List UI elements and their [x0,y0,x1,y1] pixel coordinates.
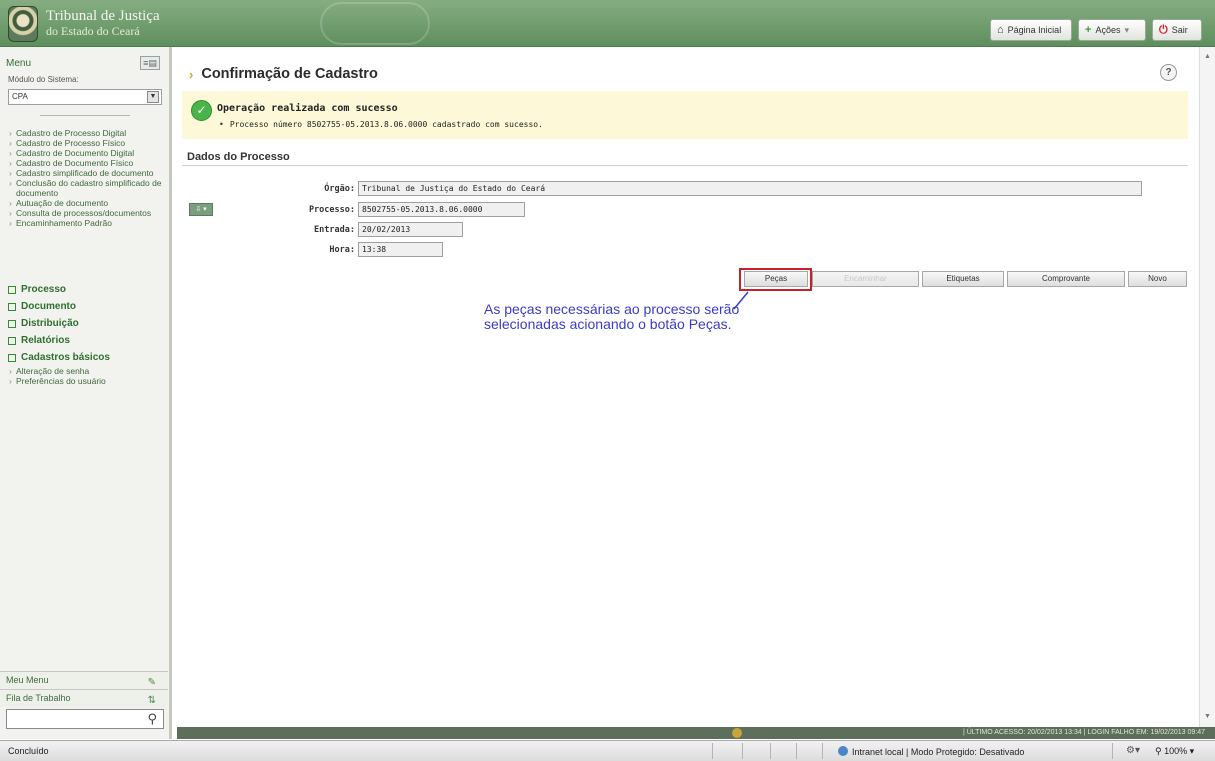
menu-label: Menu [6,57,32,69]
seal-icon [8,5,38,42]
last-access-text: | ÚLTIMO ACESSO: 20/02/2013 13:34 | LOGI… [962,729,1205,736]
annotation-callout: As peças necessárias ao processo serão s… [484,301,740,332]
module-select-value: CPA [12,92,28,101]
browser-statusbar: Concluído Intranet local | Modo Protegid… [0,740,1215,761]
power-icon: ⏻ [1159,23,1168,36]
app-header: Tribunal de Justiça do Estado do Ceará ⌂… [0,0,1215,47]
main-content: › Confirmação de Cadastro ? ✓ Operação r… [177,47,1199,727]
expand-box-icon [8,319,16,328]
fila-trabalho-panel[interactable]: Fila de Trabalho ⇅ [0,689,168,707]
submenu-item[interactable]: Encaminhamento Padrão [8,218,166,228]
zoom-icon: ⚲ [1155,746,1162,756]
session-info-bar: | ÚLTIMO ACESSO: 20/02/2013 13:34 | LOGI… [177,727,1215,739]
sidebar-item-cadastros-basicos[interactable]: Cadastros básicos [8,349,166,366]
sair-button-label: Sair [1171,25,1188,35]
home-button[interactable]: ⌂ Página Inicial [990,19,1072,41]
expand-box-icon [8,302,16,311]
submenu-item[interactable]: Cadastro de Documento Físico [8,158,166,168]
menu-header[interactable]: Menu ≡▤ [0,55,166,71]
scroll-down-icon[interactable]: ▼ [1204,713,1211,720]
submenu-item[interactable]: Consulta de processos/documentos [8,208,166,218]
home-button-label: Página Inicial [1007,25,1062,35]
callout-pointer [733,291,749,310]
submenu-item[interactable]: Cadastro de Processo Digital [8,128,166,138]
protection-icon[interactable]: ⚙▾ [1126,745,1140,756]
sair-button[interactable]: ⏻ Sair [1152,19,1202,41]
scroll-up-icon[interactable]: ▲ [1204,53,1211,60]
module-label: Módulo do Sistema: [8,75,79,84]
plus-icon: + [1085,24,1092,36]
sidebar-item-relatorios[interactable]: Relatórios [8,332,166,349]
expand-box-icon [8,336,16,345]
sidebar-item-distribuicao[interactable]: Distribuição [8,315,166,332]
chevron-down-icon: ▾ [1124,24,1129,35]
acoes-button[interactable]: + Ações ▾ [1078,19,1146,41]
status-text: Concluído [8,746,49,756]
sidebar: Menu ≡▤ Módulo do Sistema: CPA ▼ Cadastr… [0,47,172,739]
sidebar-item-alteracao-senha[interactable]: Alteração de senha [8,366,166,376]
logo-line-2: do Estado do Ceará [46,23,140,38]
user-icon [732,728,742,738]
submenu-item[interactable]: Conclusão do cadastro simplificado de do… [8,178,166,198]
sidebar-item-processo[interactable]: Processo [8,281,166,298]
sidebar-search-input[interactable]: ⚲ [6,709,164,729]
tribunal-logo[interactable]: Tribunal de Justiça do Estado do Ceará [8,3,166,44]
meu-menu-panel[interactable]: Meu Menu ✎ [0,671,168,689]
chevron-down-icon: ▾ [1189,746,1195,756]
cpa-submenu: Cadastro de Processo Digital Cadastro de… [8,128,166,228]
header-watermark [320,2,430,45]
sidebar-sections: Processo Documento Distribuição Relatóri… [8,281,166,386]
home-icon: ⌂ [997,24,1004,36]
refresh-icon: ⇅ [147,695,156,706]
security-zone[interactable]: Intranet local | Modo Protegido: Desativ… [838,746,1024,757]
search-icon[interactable]: ⚲ [147,711,157,727]
expand-box-icon [8,353,16,362]
sidebar-divider [40,115,130,116]
expand-box-icon [8,285,16,294]
module-select[interactable]: CPA ▼ [8,89,162,105]
submenu-item[interactable]: Cadastro de Documento Digital [8,148,166,158]
chevron-down-icon[interactable]: ▼ [147,91,159,103]
main-scrollbar[interactable]: ▲ ▼ [1199,47,1215,727]
acoes-button-label: Ações [1095,25,1121,35]
logo-line-1: Tribunal de Justiça [46,7,160,24]
zoom-level[interactable]: ⚲ 100% ▾ [1155,746,1194,757]
submenu-item[interactable]: Autuação de documento [8,198,166,208]
menu-toggle-icon[interactable]: ≡▤ [140,56,160,70]
globe-icon [838,746,848,756]
submenu-item[interactable]: Cadastro de Processo Físico [8,138,166,148]
submenu-item[interactable]: Cadastro simplificado de documento [8,168,166,178]
sidebar-item-preferencias[interactable]: Preferências do usuário [8,376,166,386]
sidebar-item-documento[interactable]: Documento [8,298,166,315]
